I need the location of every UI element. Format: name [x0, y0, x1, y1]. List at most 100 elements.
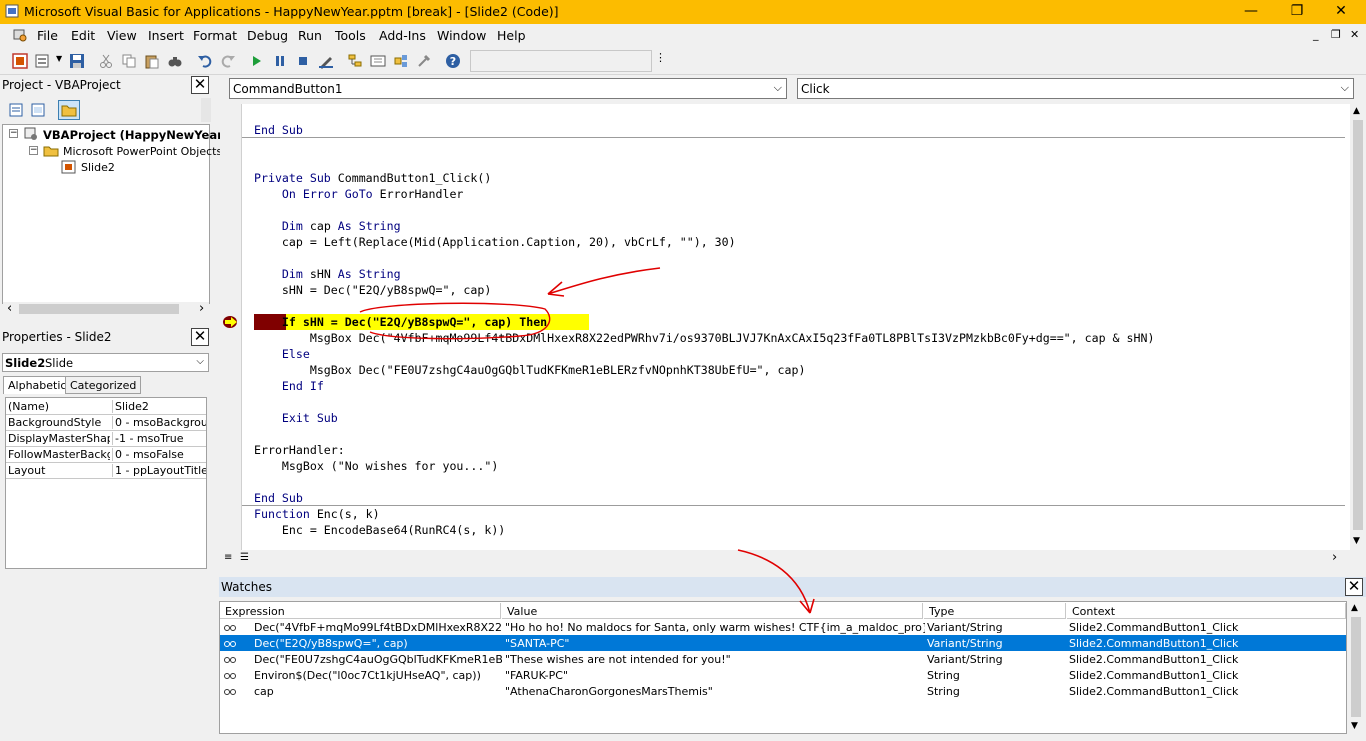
code-line[interactable]: On Error GoTo ErrorHandler [254, 186, 464, 202]
restore-button[interactable]: ❐ [1274, 0, 1320, 24]
undo-icon[interactable] [197, 53, 213, 69]
menu-edit[interactable]: Edit [71, 28, 95, 43]
toggle-folders-icon[interactable] [58, 100, 80, 120]
collapse-root-icon[interactable]: − [9, 129, 18, 138]
properties-object-select[interactable]: Slide2 Slide ⌵ [2, 353, 209, 372]
watches-close-button[interactable]: ✕ [1345, 578, 1363, 596]
watch-row[interactable]: Dec("FE0U7zshgC4auOgGQblTudKFKmeR1eBLERz… [220, 651, 1346, 667]
chevron-down-icon[interactable]: ⌵ [196, 356, 204, 367]
column-header-context[interactable]: Context [1067, 603, 1346, 619]
code-line-current[interactable]: If sHN = Dec("E2Q/yB8spwQ=", cap) Then [254, 314, 547, 330]
insert-module-icon[interactable] [34, 53, 50, 69]
code-line[interactable]: ErrorHandler: [254, 442, 345, 458]
insert-dropdown-icon[interactable]: ▼ [56, 54, 62, 63]
chevron-down-icon[interactable]: ⌵ [1341, 81, 1349, 95]
design-mode-icon[interactable] [318, 53, 334, 69]
project-toolbar-scroll[interactable] [201, 98, 211, 122]
watch-row[interactable]: Dec("4VfbF+mqMo99Lf4tBDxDMlHxexR8X22edPW… [220, 619, 1346, 635]
code-line[interactable]: cap = Left(Replace(Mid(Application.Capti… [254, 234, 736, 250]
scroll-up-icon[interactable]: ▲ [1353, 106, 1360, 116]
code-line[interactable]: MsgBox Dec("FE0U7zshgC4auOgGQblTudKFKmeR… [254, 362, 806, 378]
property-value[interactable]: 0 - msoFalse [112, 448, 206, 461]
watch-row-selected[interactable]: Dec("E2Q/yB8spwQ=", cap) "SANTA-PC" Vari… [220, 635, 1346, 651]
toolbar-options-icon[interactable]: ⋮ [655, 51, 666, 64]
redo-icon[interactable] [220, 53, 236, 69]
menu-view[interactable]: View [107, 28, 137, 43]
scroll-down-icon[interactable]: ▼ [1351, 721, 1358, 731]
code-vscroll[interactable]: ▲ ▼ [1350, 104, 1366, 550]
scroll-down-icon[interactable]: ▼ [1353, 536, 1360, 546]
chevron-down-icon[interactable]: ⌵ [774, 81, 782, 95]
cut-icon[interactable] [98, 53, 114, 69]
code-line[interactable]: Exit Sub [254, 410, 338, 426]
view-object-icon[interactable] [30, 102, 46, 118]
watch-value[interactable]: "FARUK-PC" [505, 669, 925, 682]
watches-vscroll[interactable]: ▲ ▼ [1348, 601, 1364, 734]
full-module-view-icon[interactable]: ☰ [240, 552, 249, 563]
property-row[interactable]: FollowMasterBackgro0 - msoFalse [6, 447, 206, 463]
procedure-view-icon[interactable]: ≡ [224, 552, 232, 563]
object-combo[interactable]: CommandButton1 ⌵ [229, 78, 787, 99]
doc-restore-button[interactable]: ❐ [1331, 28, 1341, 41]
properties-pane-close-button[interactable]: ✕ [191, 328, 209, 346]
menu-tools[interactable]: Tools [335, 28, 366, 43]
project-explorer-icon[interactable] [347, 53, 363, 69]
save-icon[interactable] [69, 53, 85, 69]
project-tree-hscroll[interactable]: ‹ › [3, 301, 209, 316]
property-row[interactable]: (Name) Slide2 [6, 399, 206, 415]
property-row[interactable]: Layout 1 - ppLayoutTitle [6, 463, 206, 479]
scroll-right-icon[interactable]: › [199, 301, 204, 316]
watch-value[interactable]: "SANTA-PC" [505, 637, 925, 650]
code-line[interactable]: MsgBox ("No wishes for you...") [254, 458, 498, 474]
column-header-value[interactable]: Value [502, 603, 923, 619]
menu-format[interactable]: Format [193, 28, 237, 43]
code-line[interactable]: Private Sub CommandButton1_Click() [254, 170, 491, 186]
minimize-button[interactable]: — [1228, 0, 1274, 24]
code-line[interactable]: sHN = Dec("E2Q/yB8spwQ=", cap) [254, 282, 491, 298]
view-code-icon[interactable] [8, 102, 24, 118]
menu-run[interactable]: Run [298, 28, 322, 43]
paste-icon[interactable] [144, 53, 160, 69]
code-line[interactable]: Function Enc(s, k) [254, 506, 380, 522]
tab-categorized[interactable]: Categorized [65, 376, 142, 394]
object-browser-icon[interactable] [393, 53, 409, 69]
project-tree-hscroll-thumb[interactable] [19, 304, 179, 314]
tree-item-vbaproject[interactable]: VBAProject (HappyNewYear.p [43, 128, 234, 142]
doc-minimize-button[interactable]: _ [1313, 28, 1319, 41]
vba-menu-icon[interactable] [12, 27, 28, 43]
scroll-left-icon[interactable]: ‹ [7, 301, 12, 316]
watch-value[interactable]: "Ho ho ho! No maldocs for Santa, only wa… [505, 621, 925, 634]
property-value[interactable]: Slide2 [112, 400, 206, 413]
menu-debug[interactable]: Debug [247, 28, 288, 43]
menu-add-ins[interactable]: Add-Ins [379, 28, 426, 43]
watch-value[interactable]: "AthenaCharonGorgonesMarsThemis" [505, 685, 925, 698]
tree-item-slide2[interactable]: Slide2 [81, 161, 115, 174]
find-icon[interactable] [167, 53, 183, 69]
watch-row[interactable]: cap "AthenaCharonGorgonesMarsThemis" Str… [220, 683, 1346, 699]
tree-item-ppt-objects[interactable]: Microsoft PowerPoint Objects [63, 145, 222, 158]
collapse-folder-icon[interactable]: − [29, 146, 38, 155]
code-line[interactable]: End Sub [254, 122, 303, 138]
property-row[interactable]: DisplayMasterShapes-1 - msoTrue [6, 431, 206, 447]
break-icon[interactable] [272, 53, 288, 69]
menu-insert[interactable]: Insert [148, 28, 184, 43]
help-icon[interactable]: ? [445, 53, 461, 69]
close-window-button[interactable]: ✕ [1318, 0, 1364, 24]
code-line[interactable]: Else [254, 346, 310, 362]
project-pane-close-button[interactable]: ✕ [191, 76, 209, 94]
menu-window[interactable]: Window [437, 28, 486, 43]
code-line[interactable]: MsgBox Dec("4VfbF+mqMo99Lf4tBDxDMlHxexR8… [254, 330, 1155, 346]
code-line[interactable]: Dim sHN As String [254, 266, 401, 282]
menu-help[interactable]: Help [497, 28, 526, 43]
code-editor[interactable]: End Sub Private Sub CommandButton1_Click… [220, 104, 1350, 550]
reset-icon[interactable] [295, 53, 311, 69]
procedure-combo[interactable]: Click ⌵ [797, 78, 1354, 99]
code-hscroll[interactable]: ≡ ☰ › [220, 550, 1350, 567]
code-line[interactable]: End If [254, 378, 324, 394]
code-line[interactable]: Enc = EncodeBase64(RunRC4(s, k)) [254, 522, 505, 538]
watch-row[interactable]: Environ$(Dec("l0oc7Ct1kjUHseAQ", cap)) "… [220, 667, 1346, 683]
watches-vscroll-thumb[interactable] [1351, 617, 1361, 717]
property-value[interactable]: -1 - msoTrue [112, 432, 206, 445]
doc-close-button[interactable]: ✕ [1350, 28, 1359, 41]
run-icon[interactable] [249, 53, 265, 69]
